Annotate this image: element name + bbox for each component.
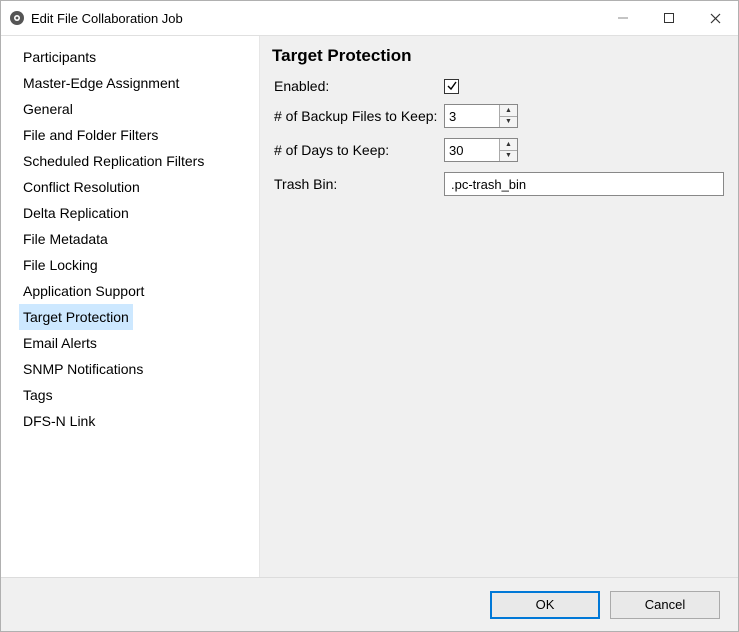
- sidebar-item-scheduled-replication-filters[interactable]: Scheduled Replication Filters: [19, 148, 208, 174]
- spinner-down-icon[interactable]: ▼: [500, 117, 517, 128]
- sidebar-item-tags[interactable]: Tags: [19, 382, 57, 408]
- dialog-window: Edit File Collaboration Job Participants…: [0, 0, 739, 632]
- label-backup-files: # of Backup Files to Keep:: [274, 108, 444, 124]
- app-icon: [9, 10, 25, 26]
- dialog-body: Participants Master-Edge Assignment Gene…: [1, 35, 738, 577]
- row-days-keep: # of Days to Keep: 30 ▲ ▼: [274, 138, 724, 162]
- cancel-button[interactable]: Cancel: [610, 591, 720, 619]
- sidebar-item-general[interactable]: General: [19, 96, 77, 122]
- section-title: Target Protection: [260, 36, 738, 78]
- spinner-up-icon[interactable]: ▲: [500, 105, 517, 117]
- form-area: Enabled: # of Backup Files to Keep: 3 ▲ …: [260, 78, 738, 206]
- spinner-backup-files-value[interactable]: 3: [445, 105, 499, 127]
- spinner-up-icon[interactable]: ▲: [500, 139, 517, 151]
- sidebar-item-delta-replication[interactable]: Delta Replication: [19, 200, 133, 226]
- ok-button[interactable]: OK: [490, 591, 600, 619]
- sidebar-item-conflict-resolution[interactable]: Conflict Resolution: [19, 174, 144, 200]
- sidebar-item-file-metadata[interactable]: File Metadata: [19, 226, 112, 252]
- sidebar-item-email-alerts[interactable]: Email Alerts: [19, 330, 101, 356]
- sidebar-item-file-locking[interactable]: File Locking: [19, 252, 102, 278]
- label-days-keep: # of Days to Keep:: [274, 142, 444, 158]
- checkmark-icon: [446, 80, 458, 92]
- sidebar-item-participants[interactable]: Participants: [19, 44, 100, 70]
- sidebar: Participants Master-Edge Assignment Gene…: [1, 36, 259, 577]
- spinner-days-keep[interactable]: 30 ▲ ▼: [444, 138, 518, 162]
- row-trash-bin: Trash Bin: .pc-trash_bin: [274, 172, 724, 196]
- titlebar: Edit File Collaboration Job: [1, 1, 738, 35]
- maximize-button[interactable]: [646, 1, 692, 35]
- window-title: Edit File Collaboration Job: [31, 11, 183, 26]
- row-backup-files: # of Backup Files to Keep: 3 ▲ ▼: [274, 104, 724, 128]
- window-controls: [600, 1, 738, 35]
- sidebar-item-application-support[interactable]: Application Support: [19, 278, 148, 304]
- checkbox-enabled[interactable]: [444, 79, 459, 94]
- label-trash-bin: Trash Bin:: [274, 176, 444, 192]
- footer: OK Cancel: [1, 577, 738, 631]
- sidebar-item-file-and-folder-filters[interactable]: File and Folder Filters: [19, 122, 162, 148]
- sidebar-item-snmp-notifications[interactable]: SNMP Notifications: [19, 356, 147, 382]
- sidebar-item-target-protection[interactable]: Target Protection: [19, 304, 133, 330]
- sidebar-item-master-edge-assignment[interactable]: Master-Edge Assignment: [19, 70, 183, 96]
- row-enabled: Enabled:: [274, 78, 724, 94]
- spinner-down-icon[interactable]: ▼: [500, 151, 517, 162]
- minimize-button[interactable]: [600, 1, 646, 35]
- label-enabled: Enabled:: [274, 78, 444, 94]
- spinner-backup-files[interactable]: 3 ▲ ▼: [444, 104, 518, 128]
- content-panel: Target Protection Enabled: # of Backup F…: [259, 36, 738, 577]
- close-button[interactable]: [692, 1, 738, 35]
- sidebar-item-dfs-n-link[interactable]: DFS-N Link: [19, 408, 99, 434]
- input-trash-bin[interactable]: .pc-trash_bin: [444, 172, 724, 196]
- spinner-days-keep-value[interactable]: 30: [445, 139, 499, 161]
